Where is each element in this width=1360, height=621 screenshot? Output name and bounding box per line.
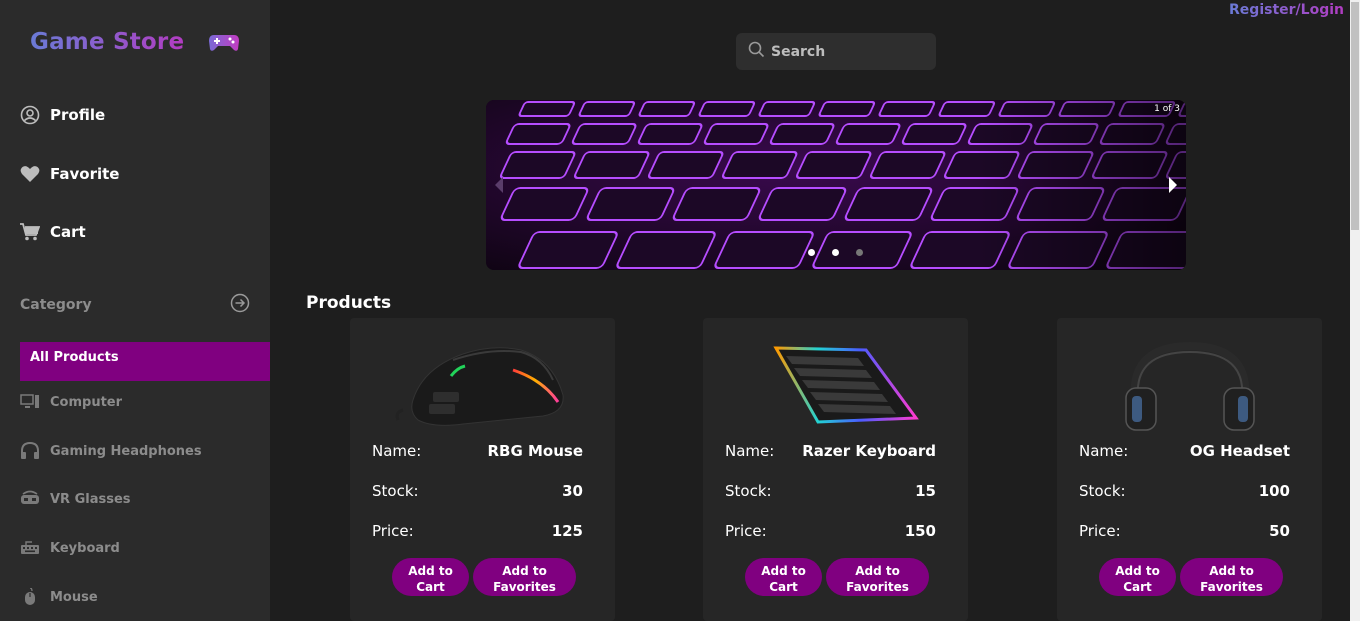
cart-icon	[20, 222, 40, 242]
category-item-vr-glasses[interactable]: VR Glasses	[20, 489, 131, 509]
carousel-slide-image	[486, 100, 1186, 270]
product-name: Razer Keyboard	[802, 442, 936, 460]
product-name-label: Name:	[1079, 442, 1129, 460]
search-bar[interactable]	[736, 33, 936, 70]
product-name-row: Name: Razer Keyboard	[725, 442, 936, 460]
product-price: 150	[904, 522, 936, 540]
add-to-favorites-button[interactable]: Add to Favorites	[473, 558, 576, 596]
search-input[interactable]	[771, 43, 931, 60]
products-heading: Products	[306, 293, 392, 313]
register-login-link[interactable]: Register/Login	[1229, 2, 1344, 18]
nav-item-profile[interactable]: Profile	[20, 105, 105, 125]
scrollbar-thumb[interactable]	[1351, 2, 1359, 230]
category-item-computer[interactable]: Computer	[20, 392, 122, 412]
product-image-headset	[1057, 340, 1322, 435]
category-item-keyboard[interactable]: Keyboard	[20, 538, 120, 558]
product-name-label: Name:	[372, 442, 422, 460]
category-item-label: Mouse	[50, 589, 98, 605]
carousel-prev-arrow-icon[interactable]	[494, 176, 504, 198]
category-item-all-products[interactable]: All Products	[20, 342, 270, 381]
product-price: 50	[1269, 522, 1290, 540]
gamepad-icon	[209, 35, 240, 51]
arrow-right-circle-icon[interactable]	[230, 293, 250, 317]
category-header[interactable]: Category	[20, 293, 250, 317]
nav-item-label: Profile	[50, 106, 106, 124]
add-to-favorites-button[interactable]: Add to Favorites	[826, 558, 929, 596]
category-item-gaming-headphones[interactable]: Gaming Headphones	[20, 441, 202, 461]
nav-item-favorite[interactable]: Favorite	[20, 164, 119, 184]
nav-item-label: Cart	[50, 223, 86, 241]
product-card: Name: RBG Mouse Stock: 30 Price: 125 Add…	[350, 318, 615, 621]
monitor-icon	[20, 392, 40, 412]
user-circle-icon	[20, 105, 40, 125]
carousel-next-arrow-icon[interactable]	[1168, 176, 1178, 198]
mouse-icon	[20, 587, 40, 607]
carousel-dot[interactable]	[808, 249, 815, 256]
brand[interactable]: Game Store	[30, 29, 240, 55]
product-price-row: Price: 150	[725, 522, 936, 540]
product-price-row: Price: 50	[1079, 522, 1290, 540]
product-price-label: Price:	[1079, 522, 1121, 540]
product-stock-label: Stock:	[1079, 482, 1126, 500]
page-scrollbar[interactable]	[1350, 0, 1360, 621]
product-stock: 30	[562, 482, 583, 500]
category-heading: Category	[20, 297, 92, 313]
product-stock-label: Stock:	[725, 482, 772, 500]
category-item-mouse[interactable]: Mouse	[20, 587, 98, 607]
product-price-label: Price:	[372, 522, 414, 540]
add-to-cart-button[interactable]: Add to Cart	[745, 558, 822, 596]
product-card: Name: Razer Keyboard Stock: 15 Price: 15…	[703, 318, 968, 621]
vr-icon	[20, 489, 40, 509]
product-price-label: Price:	[725, 522, 767, 540]
category-item-label: Keyboard	[50, 540, 120, 556]
product-name: OG Headset	[1189, 442, 1290, 460]
product-image-keyboard	[703, 340, 968, 435]
product-card: Name: OG Headset Stock: 100 Price: 50 Ad…	[1057, 318, 1322, 621]
product-name-row: Name: RBG Mouse	[372, 442, 583, 460]
category-item-label: VR Glasses	[50, 491, 131, 507]
product-stock-label: Stock:	[372, 482, 419, 500]
headphones-icon	[20, 441, 40, 461]
brand-name: Game Store	[30, 29, 185, 55]
category-item-label: Computer	[50, 394, 123, 410]
product-stock: 100	[1258, 482, 1290, 500]
product-stock-row: Stock: 15	[725, 482, 936, 500]
category-item-label: Gaming Headphones	[50, 443, 202, 459]
add-to-cart-button[interactable]: Add to Cart	[392, 558, 469, 596]
add-to-favorites-button[interactable]: Add to Favorites	[1180, 558, 1283, 596]
carousel-dots	[808, 249, 863, 256]
hero-carousel[interactable]: 1 of 3	[486, 100, 1186, 270]
carousel-dot[interactable]	[856, 249, 863, 256]
product-name-label: Name:	[725, 442, 775, 460]
product-name-row: Name: OG Headset	[1079, 442, 1290, 460]
category-item-label: All Products	[30, 350, 119, 365]
product-stock-row: Stock: 100	[1079, 482, 1290, 500]
carousel-dot[interactable]	[832, 249, 839, 256]
product-price-row: Price: 125	[372, 522, 583, 540]
search-icon	[748, 41, 765, 62]
keyboard-icon	[20, 538, 40, 558]
product-image-mouse	[350, 340, 615, 435]
product-price: 125	[551, 522, 583, 540]
nav-item-cart[interactable]: Cart	[20, 222, 86, 242]
carousel-counter: 1 of 3	[1154, 104, 1180, 114]
product-stock: 15	[915, 482, 936, 500]
sidebar: Game Store Profile Favorite Cart Categor…	[0, 0, 270, 621]
product-name: RBG Mouse	[487, 442, 583, 460]
add-to-cart-button[interactable]: Add to Cart	[1099, 558, 1176, 596]
product-stock-row: Stock: 30	[372, 482, 583, 500]
nav-item-label: Favorite	[50, 165, 120, 183]
heart-icon	[20, 164, 40, 184]
